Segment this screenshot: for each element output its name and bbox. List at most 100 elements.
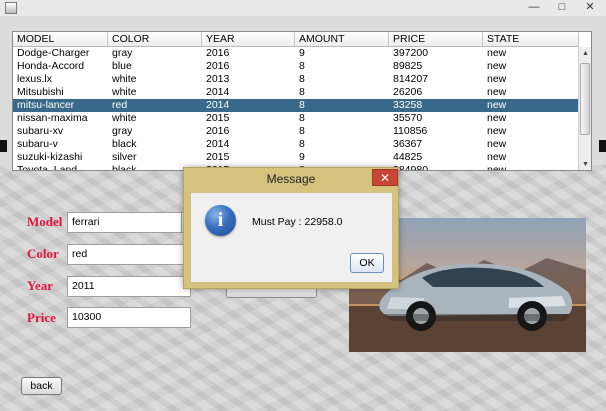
table-row[interactable]: mitsu-lancer red 2014 8 33258 new bbox=[13, 99, 579, 112]
table-cell-state[interactable]: new bbox=[483, 138, 579, 151]
table-cell-model[interactable]: nissan-maxima bbox=[13, 112, 108, 125]
table-row[interactable]: Mitsubishi white 2014 8 26206 new bbox=[13, 86, 579, 99]
table-cell-color[interactable]: red bbox=[108, 99, 202, 112]
table-row[interactable]: Honda-Accord blue 2016 8 89825 new bbox=[13, 60, 579, 73]
dialog-close-button[interactable]: ✕ bbox=[372, 169, 398, 186]
table-row[interactable]: nissan-maxima white 2015 8 35570 new bbox=[13, 112, 579, 125]
scroll-up-arrow-icon[interactable]: ▲ bbox=[579, 47, 591, 60]
right-edge-marker bbox=[599, 140, 606, 152]
column-header-state[interactable]: STATE bbox=[483, 32, 579, 47]
table-cell-model[interactable]: mitsu-lancer bbox=[13, 99, 108, 112]
table-cell-model[interactable]: Toyota_Land... bbox=[13, 164, 108, 170]
table-cell-amount[interactable]: 8 bbox=[295, 125, 389, 138]
table-cell-amount[interactable]: 8 bbox=[295, 99, 389, 112]
table-cell-amount[interactable]: 8 bbox=[295, 112, 389, 125]
table-cell-model[interactable]: subaru-v bbox=[13, 138, 108, 151]
table-cell-price[interactable]: 44825 bbox=[389, 151, 483, 164]
table-cell-price[interactable]: 397200 bbox=[389, 47, 483, 60]
table-cell-amount[interactable]: 9 bbox=[295, 151, 389, 164]
color-field[interactable]: red bbox=[67, 244, 191, 265]
table-cell-year[interactable]: 2014 bbox=[202, 99, 295, 112]
dialog-content: i Must Pay : 22958.0 OK bbox=[190, 192, 393, 283]
table-row[interactable]: Dodge-Charger gray 2016 9 397200 new bbox=[13, 47, 579, 60]
model-label: Model bbox=[27, 214, 63, 229]
column-header-price[interactable]: PRICE bbox=[389, 32, 483, 47]
table-cell-year[interactable]: 2013 bbox=[202, 73, 295, 86]
table-cell-color[interactable]: gray bbox=[108, 47, 202, 60]
table-cell-color[interactable]: white bbox=[108, 73, 202, 86]
table-cell-year[interactable]: 2015 bbox=[202, 112, 295, 125]
model-combobox[interactable]: ferrari bbox=[67, 212, 182, 233]
left-edge-marker bbox=[0, 140, 7, 152]
table-cell-amount[interactable]: 8 bbox=[295, 138, 389, 151]
table-cell-amount[interactable]: 8 bbox=[295, 60, 389, 73]
scroll-down-arrow-icon[interactable]: ▼ bbox=[579, 158, 591, 170]
table-cell-state[interactable]: new bbox=[483, 86, 579, 99]
java-app-icon bbox=[5, 2, 17, 14]
table-cell-color[interactable]: white bbox=[108, 86, 202, 99]
table-cell-color[interactable]: silver bbox=[108, 151, 202, 164]
column-header-amount[interactable]: AMOUNT bbox=[295, 32, 389, 47]
table-cell-year[interactable]: 2016 bbox=[202, 47, 295, 60]
minimize-button[interactable]: — bbox=[521, 0, 547, 16]
table-cell-year[interactable]: 2014 bbox=[202, 138, 295, 151]
table-cell-state[interactable]: new bbox=[483, 60, 579, 73]
table-cell-amount[interactable]: 8 bbox=[295, 73, 389, 86]
app-window: — □ ✕ MODEL COLOR YEAR AMOUNT PRICE STAT… bbox=[0, 0, 606, 411]
table-cell-price[interactable]: 110856 bbox=[389, 125, 483, 138]
table-cell-year[interactable]: 2016 bbox=[202, 125, 295, 138]
table-row[interactable]: lexus.lx white 2013 8 814207 new bbox=[13, 73, 579, 86]
color-label: Color bbox=[27, 246, 59, 261]
information-icon: i bbox=[205, 205, 236, 236]
maximize-button[interactable]: □ bbox=[549, 0, 575, 16]
table-cell-state[interactable]: new bbox=[483, 99, 579, 112]
ok-button[interactable]: OK bbox=[350, 253, 384, 273]
table-cell-model[interactable]: Dodge-Charger bbox=[13, 47, 108, 60]
table-row[interactable]: subaru-v black 2014 8 36367 new bbox=[13, 138, 579, 151]
table-cell-price[interactable]: 89825 bbox=[389, 60, 483, 73]
table-cell-model[interactable]: Honda-Accord bbox=[13, 60, 108, 73]
table-scrollbar[interactable]: ▲ ▼ bbox=[578, 47, 591, 170]
table-cell-model[interactable]: Mitsubishi bbox=[13, 86, 108, 99]
table-cell-state[interactable]: new bbox=[483, 164, 579, 170]
table-cell-price[interactable]: 35570 bbox=[389, 112, 483, 125]
back-button[interactable]: back bbox=[21, 377, 62, 395]
table-cell-price[interactable]: 26206 bbox=[389, 86, 483, 99]
table-cell-price[interactable]: 33258 bbox=[389, 99, 483, 112]
table-cell-price[interactable]: 36367 bbox=[389, 138, 483, 151]
table-row[interactable]: suzuki-kizashi silver 2015 9 44825 new bbox=[13, 151, 579, 164]
table-cell-state[interactable]: new bbox=[483, 73, 579, 86]
table-cell-color[interactable]: gray bbox=[108, 125, 202, 138]
cars-table: MODEL COLOR YEAR AMOUNT PRICE STATE Dodg… bbox=[12, 31, 592, 171]
table-cell-model[interactable]: suzuki-kizashi bbox=[13, 151, 108, 164]
message-dialog: Message ✕ i Must Pay : 22958.0 OK bbox=[183, 167, 399, 289]
table-cell-year[interactable]: 2015 bbox=[202, 151, 295, 164]
table-cell-model[interactable]: lexus.lx bbox=[13, 73, 108, 86]
table-cell-state[interactable]: new bbox=[483, 112, 579, 125]
window-close-button[interactable]: ✕ bbox=[577, 0, 603, 16]
table-cell-year[interactable]: 2016 bbox=[202, 60, 295, 73]
table-cell-amount[interactable]: 9 bbox=[295, 47, 389, 60]
column-header-year[interactable]: YEAR bbox=[202, 32, 295, 47]
table-cell-state[interactable]: new bbox=[483, 47, 579, 60]
price-label: Price bbox=[27, 310, 56, 325]
table-cell-price[interactable]: 384980 bbox=[389, 164, 483, 170]
dialog-title: Message bbox=[266, 172, 316, 186]
table-row[interactable]: subaru-xv gray 2016 8 110856 new bbox=[13, 125, 579, 138]
year-field[interactable]: 2011 bbox=[67, 276, 191, 297]
price-field[interactable]: 10300 bbox=[67, 307, 191, 328]
table-cell-color[interactable]: blue bbox=[108, 60, 202, 73]
table-cell-price[interactable]: 814207 bbox=[389, 73, 483, 86]
column-header-color[interactable]: COLOR bbox=[108, 32, 202, 47]
table-cell-color[interactable]: black bbox=[108, 138, 202, 151]
scroll-thumb[interactable] bbox=[580, 63, 590, 135]
column-header-model[interactable]: MODEL bbox=[13, 32, 108, 47]
dialog-message: Must Pay : 22958.0 bbox=[252, 216, 343, 228]
table-cell-model[interactable]: subaru-xv bbox=[13, 125, 108, 138]
table-cell-year[interactable]: 2014 bbox=[202, 86, 295, 99]
table-cell-state[interactable]: new bbox=[483, 151, 579, 164]
table-header: MODEL COLOR YEAR AMOUNT PRICE STATE bbox=[13, 32, 579, 47]
table-cell-state[interactable]: new bbox=[483, 125, 579, 138]
table-cell-amount[interactable]: 8 bbox=[295, 86, 389, 99]
table-cell-color[interactable]: white bbox=[108, 112, 202, 125]
